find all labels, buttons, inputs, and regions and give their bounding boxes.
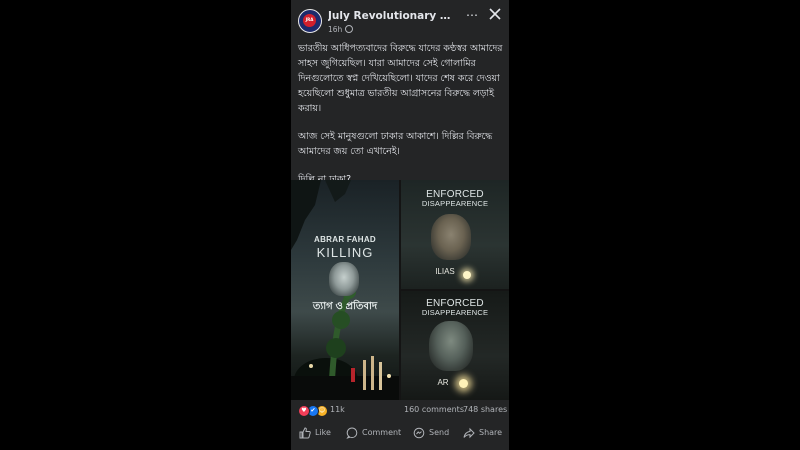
post-text: ভারতীয় আধিপত্যবাদের বিরুদ্ধে যাদের কণ্ঠ… <box>298 41 505 200</box>
post-time-text: 16h <box>328 25 343 34</box>
share-button[interactable]: Share <box>463 425 503 441</box>
comment-button[interactable]: Comment <box>346 425 402 441</box>
photo-title: KILLING <box>316 245 374 260</box>
page-name[interactable]: July Revolutionary Alliance ... <box>328 10 456 22</box>
send-label: Send <box>429 428 450 437</box>
media-grid: ABRAR FAHAD KILLING ত্যাগ ও প্রতিবাদ ENF… <box>291 180 509 400</box>
thumbs-up-icon <box>299 427 311 439</box>
photo-caption: AR <box>437 378 449 387</box>
more-dots-icon[interactable]: ⋯ <box>465 8 479 22</box>
love-reaction-icon[interactable]: ♥ <box>298 405 310 417</box>
comment-label: Comment <box>362 428 402 437</box>
light-flare <box>459 379 468 388</box>
comment-count[interactable]: 160 comments <box>404 405 464 414</box>
share-label: Share <box>479 428 503 437</box>
share-icon <box>463 427 475 439</box>
photo-title: DISAPPEARENCE <box>421 308 489 317</box>
photo-title: ABRAR FAHAD <box>314 235 376 244</box>
comment-icon <box>346 427 358 439</box>
post-header: JRA July Revolutionary Alliance ... 16h … <box>291 0 509 38</box>
like-label: Like <box>315 428 331 437</box>
reaction-summary: ♥ ✔ ☺ 11k 160 comments 748 shares <box>291 400 509 420</box>
share-count[interactable]: 748 shares <box>463 405 507 414</box>
post-time[interactable]: 16h <box>328 25 354 34</box>
globe-icon <box>345 25 354 33</box>
close-icon[interactable] <box>487 6 503 22</box>
post-paragraph: ভারতীয় আধিপত্যবাদের বিরুদ্ধে যাদের কণ্ঠ… <box>298 43 503 114</box>
photo-abrar-fahad[interactable]: ABRAR FAHAD KILLING ত্যাগ ও প্রতিবাদ <box>291 180 399 400</box>
photo-caption: ILIAS <box>435 267 455 276</box>
photo-enforced-ilias[interactable]: ENFORCED DISAPPEARENCE ILIAS <box>401 180 509 289</box>
portrait-face <box>431 214 471 260</box>
send-button[interactable]: Send <box>413 425 453 441</box>
page-avatar[interactable]: JRA <box>298 9 322 33</box>
portrait-face <box>429 321 473 371</box>
photo-caption: ত্যাগ ও প্রতিবাদ <box>312 301 378 312</box>
post-paragraph: আজ সেই মানুষগুলো ঢাকার আকাশে। দিল্লির বি… <box>298 131 493 157</box>
light-flare <box>463 271 471 279</box>
messenger-icon <box>413 427 425 439</box>
photo-enforced-ar[interactable]: ENFORCED DISAPPEARENCE AR <box>401 291 509 400</box>
portrait-face <box>329 262 359 296</box>
reaction-count[interactable]: 11k <box>330 405 345 414</box>
post-card: JRA July Revolutionary Alliance ... 16h … <box>291 0 509 450</box>
action-bar: Like Comment Send Share <box>291 423 509 443</box>
like-button[interactable]: Like <box>299 425 339 441</box>
photo-title: DISAPPEARENCE <box>421 199 489 208</box>
